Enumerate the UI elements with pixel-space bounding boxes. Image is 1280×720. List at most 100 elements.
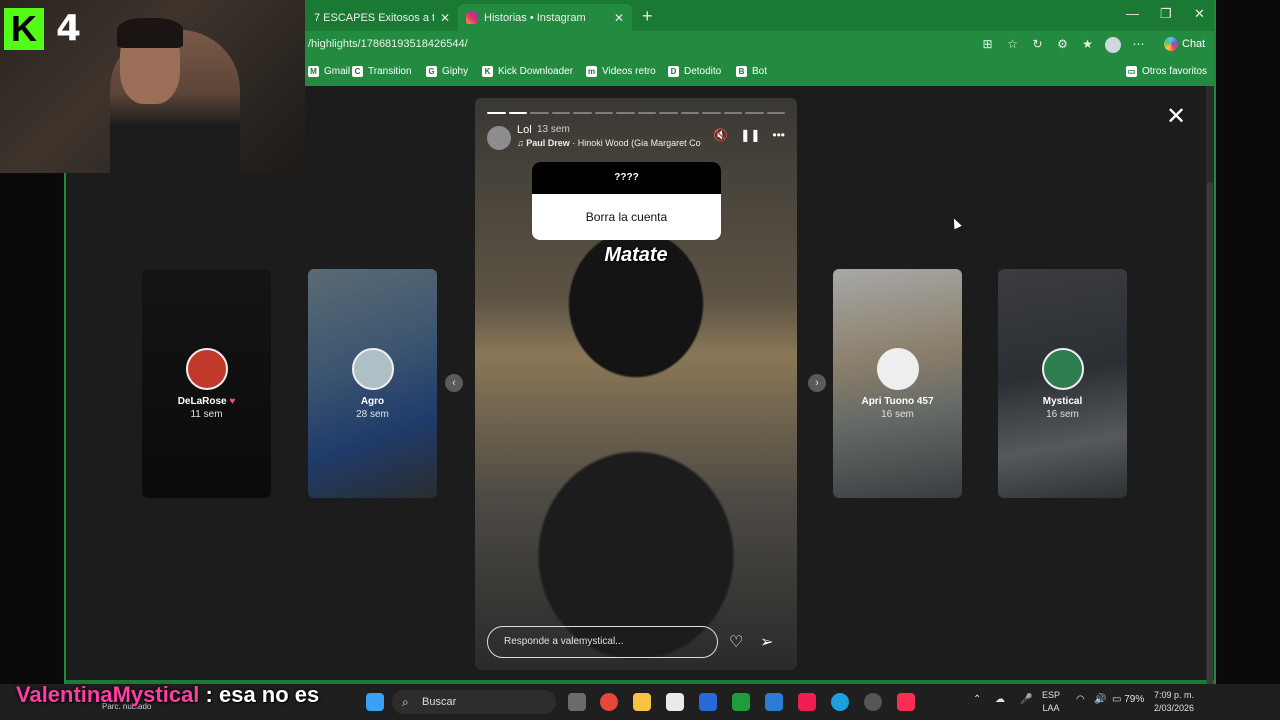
mail-icon[interactable]: [765, 693, 783, 711]
chat-label: Chat: [1182, 38, 1206, 50]
reply-input[interactable]: Responde a valemystical...: [487, 626, 718, 658]
send-icon[interactable]: ➢: [760, 632, 773, 652]
volume-icon[interactable]: 🔊: [1094, 694, 1106, 705]
chrome-icon[interactable]: [600, 693, 618, 711]
search-icon: ⌕: [402, 695, 409, 709]
clock[interactable]: 7:09 p. m. 2/03/2026: [1154, 689, 1194, 715]
windows-start-icon[interactable]: [366, 693, 384, 711]
task-view-icon[interactable]: [568, 693, 586, 711]
progress-segment: [766, 112, 785, 114]
stream-chat-message: ValentinaMystical : esa no es: [16, 682, 319, 708]
bookmark-label: Transition: [368, 66, 412, 77]
tab-instagram[interactable]: Historias • Instagram ✕: [458, 4, 632, 31]
language-indicator[interactable]: ESP LAA: [1042, 689, 1060, 715]
story-card-agro[interactable]: Agro 28 sem: [308, 269, 437, 498]
editor-icon[interactable]: [699, 693, 717, 711]
bookmark-gmail[interactable]: M Gmail: [308, 66, 350, 77]
progress-segment: [508, 112, 527, 114]
refresh-icon[interactable]: ↻: [1030, 37, 1045, 52]
store-icon[interactable]: [666, 693, 684, 711]
scrollbar[interactable]: [1206, 86, 1214, 720]
bookmark-label: Detodito: [684, 66, 722, 77]
profile-avatar[interactable]: [1105, 37, 1121, 53]
edge-icon[interactable]: [831, 693, 849, 711]
detodito-icon: D: [668, 66, 679, 77]
story-time: 16 sem: [881, 408, 914, 420]
story-card-mystical[interactable]: Mystical 16 sem: [998, 269, 1127, 498]
bookmark-videos-retro[interactable]: m Videos retro: [586, 66, 656, 77]
prev-story-icon[interactable]: ‹: [445, 374, 463, 392]
mic-icon[interactable]: 🎤: [1020, 694, 1032, 705]
heart-icon: ♥: [229, 395, 236, 407]
bookmark-kick-downloader[interactable]: K Kick Downloader: [482, 66, 573, 77]
bookmark-bot[interactable]: B Bot: [736, 66, 767, 77]
story-card-delarose[interactable]: DeLaRose ♥ 11 sem: [142, 269, 271, 498]
story-header: Lol 13 sem ♫ Paul Drew · Hinoki Wood (Gi…: [487, 124, 785, 150]
apps-icon[interactable]: ⊞: [980, 37, 995, 52]
story-time: 28 sem: [356, 408, 389, 420]
app-icon[interactable]: [864, 693, 882, 711]
bookmark-transition[interactable]: C Transition: [352, 66, 412, 77]
more-icon[interactable]: ⋯: [1131, 37, 1146, 52]
progress-segment: [594, 112, 613, 114]
story-user: Mystical: [1042, 395, 1083, 407]
search-label: Buscar: [422, 696, 457, 708]
next-story-icon[interactable]: ›: [808, 374, 826, 392]
avatar: [185, 347, 228, 390]
close-icon[interactable]: ✕: [1166, 102, 1186, 131]
bookmark-giphy[interactable]: G Giphy: [426, 66, 468, 77]
kick-logo: K: [4, 8, 44, 50]
url-text[interactable]: /highlights/17868193518426544/: [308, 38, 468, 50]
bookmark-label: Kick Downloader: [498, 66, 574, 77]
question-text: ????: [532, 162, 721, 194]
instagram-icon: [466, 11, 478, 24]
viewer-count: 4: [56, 8, 82, 49]
webcam-overlay: K 4: [0, 0, 305, 173]
music-icon: ♫: [517, 138, 527, 148]
new-tab-button[interactable]: +: [642, 6, 653, 27]
mute-icon[interactable]: 🔇: [713, 128, 728, 142]
close-icon[interactable]: ✕: [440, 11, 450, 25]
more-icon[interactable]: •••: [772, 128, 785, 142]
progress-segment: [551, 112, 570, 114]
story-user: Agro: [360, 395, 385, 407]
wifi-icon[interactable]: ◠: [1076, 694, 1085, 705]
window-close-button[interactable]: ✕: [1194, 6, 1205, 22]
xbox-icon[interactable]: [732, 693, 750, 711]
star-icon[interactable]: ☆: [1005, 37, 1020, 52]
story-controls: 🔇 ❚❚ •••: [713, 128, 785, 142]
bookmark-detodito[interactable]: D Detodito: [668, 66, 721, 77]
story-time: 11 sem: [190, 408, 223, 420]
story-card-apri-tuono[interactable]: Apri Tuono 457 16 sem: [833, 269, 962, 498]
instagram-stories-viewer: DeLaRose ♥ 11 sem Agro 28 sem ‹ Lol 13 s…: [66, 86, 1212, 680]
tab-youtube[interactable]: 7 ESCAPES Exitosos a toda Velo ✕: [306, 4, 458, 31]
bookmark-label: Gmail: [324, 66, 351, 77]
music-info[interactable]: ♫ Paul Drew · Hinoki Wood (Gia Margaret …: [517, 138, 705, 148]
bookmark-label: Bot: [752, 66, 768, 77]
maximize-button[interactable]: ❐: [1160, 6, 1172, 22]
battery-indicator[interactable]: ▭ 79%: [1112, 694, 1144, 705]
address-icons: ⊞ ☆ ↻ ⚙ ★ ⋯: [980, 37, 1146, 53]
tray-overflow-icon[interactable]: ⌃: [973, 694, 981, 705]
copilot-chat-button[interactable]: Chat: [1164, 37, 1205, 51]
scroll-thumb[interactable]: [1207, 182, 1213, 720]
close-icon[interactable]: ✕: [614, 11, 624, 25]
bookmark-label: Giphy: [442, 66, 469, 77]
story-user[interactable]: Lol: [517, 124, 532, 136]
extensions-icon[interactable]: ⚙: [1055, 37, 1070, 52]
progress-segment: [702, 112, 721, 114]
avatar[interactable]: [487, 126, 511, 150]
tab-title: 7 ESCAPES Exitosos a toda Velo: [314, 11, 434, 24]
minimize-button[interactable]: —: [1126, 6, 1139, 21]
other-favorites[interactable]: ▭ Otros favoritos: [1126, 66, 1207, 77]
favorites-icon[interactable]: ★: [1080, 37, 1095, 52]
music-app-icon[interactable]: [897, 693, 915, 711]
main-story[interactable]: Lol 13 sem ♫ Paul Drew · Hinoki Wood (Gi…: [475, 98, 797, 670]
tiktok-icon[interactable]: [798, 693, 816, 711]
pause-icon[interactable]: ❚❚: [740, 128, 760, 142]
progress-bar: [487, 112, 785, 114]
heart-icon[interactable]: ♡: [729, 632, 743, 652]
taskbar-search[interactable]: ⌕ Buscar: [392, 690, 556, 714]
file-explorer-icon[interactable]: [633, 693, 651, 711]
cloud-icon[interactable]: ☁: [995, 694, 1005, 705]
